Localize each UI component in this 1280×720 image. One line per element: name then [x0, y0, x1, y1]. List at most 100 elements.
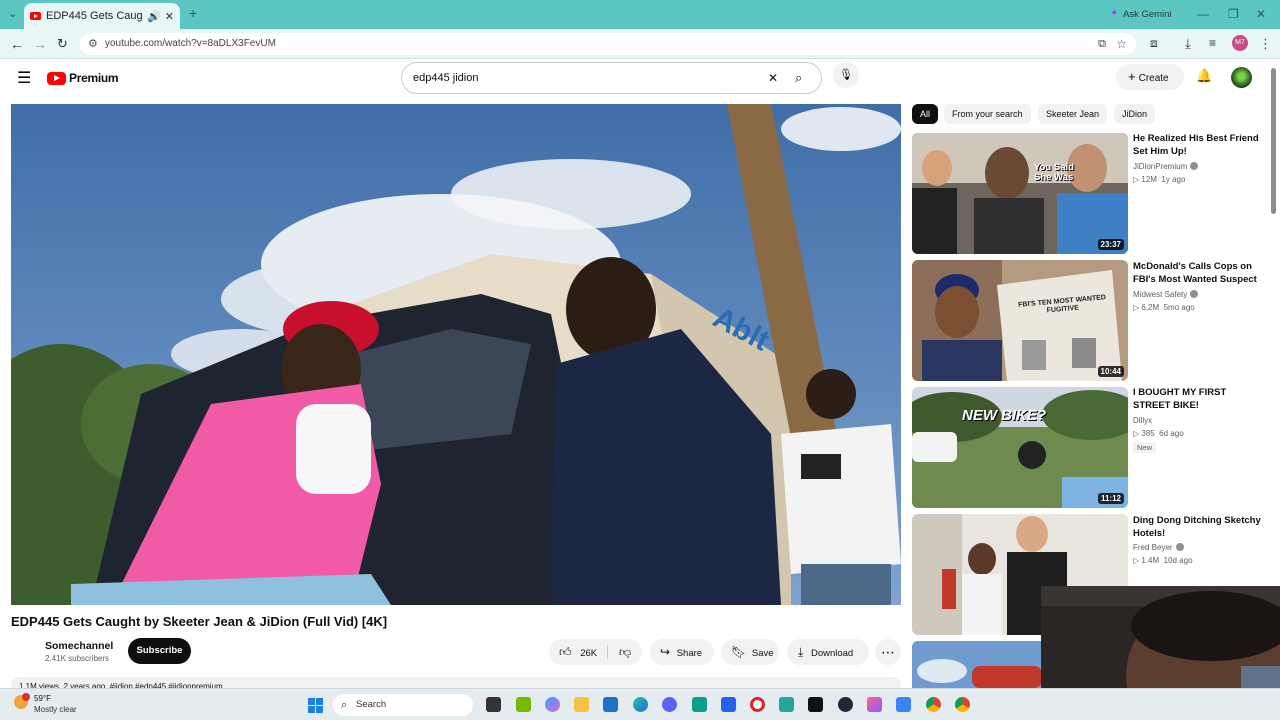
- recommendation-title[interactable]: I BOUGHT MY FIRST STREET BIKE!: [1133, 386, 1263, 412]
- windows-taskbar: 59°F Mostly clear ⌕ Search: [0, 688, 1280, 720]
- gemini-icon[interactable]: ✦: [1110, 8, 1118, 19]
- youtube-logo-label: Premium: [69, 71, 119, 85]
- window-close-icon[interactable]: ✕: [1256, 7, 1266, 21]
- tab-list-chevron-icon[interactable]: ⌄: [8, 7, 17, 20]
- subscriber-count: 2.41K subscribers: [45, 654, 110, 663]
- browser-menu-icon[interactable]: ⋮: [1259, 36, 1272, 52]
- like-count: 26K: [580, 648, 598, 659]
- share-button[interactable]: ↪ Share: [650, 639, 714, 665]
- app-icon[interactable]: [896, 697, 911, 712]
- recommendation-thumbnail[interactable]: NEW BIKE? 11:12: [912, 387, 1128, 508]
- create-label: Create: [1138, 73, 1169, 84]
- recommendation-title[interactable]: Ding Dong Ditching Sketchy Hotels!: [1133, 514, 1263, 540]
- video-frame: Ablt: [11, 104, 901, 605]
- voice-search-icon[interactable]: 🎙: [833, 62, 859, 88]
- copilot-icon[interactable]: [545, 697, 560, 712]
- edge-icon[interactable]: [633, 697, 648, 712]
- nvidia-icon[interactable]: [516, 697, 531, 712]
- profile-avatar[interactable]: M7: [1232, 35, 1248, 51]
- search-input-value: edp445 jidion: [413, 72, 479, 84]
- address-bar[interactable]: ⚙ youtube.com/watch?v=8aDLX3FevUM ⧉ ☆: [80, 33, 1136, 55]
- back-icon[interactable]: ←: [10, 36, 24, 52]
- plus-icon: +: [1128, 69, 1136, 84]
- outlook-icon[interactable]: [603, 697, 618, 712]
- itunes-icon[interactable]: [867, 697, 882, 712]
- dislike-icon[interactable]: 👎︎: [619, 639, 631, 665]
- youtube-logo[interactable]: Premium: [47, 70, 119, 86]
- capcut-icon[interactable]: [808, 697, 823, 712]
- tab-close-icon[interactable]: ✕: [165, 10, 174, 23]
- verified-badge-icon: [1190, 162, 1199, 170]
- recommendation-channel[interactable]: Dillyx: [1133, 414, 1152, 427]
- thumbnail-overlay-text: You Said She Was: [1034, 162, 1074, 183]
- channel-name[interactable]: Somechannel: [45, 640, 113, 652]
- clear-search-icon[interactable]: ✕: [768, 63, 778, 93]
- site-info-icon[interactable]: ⚙: [88, 33, 98, 55]
- page-scrollbar[interactable]: [1271, 68, 1276, 214]
- taskbar-search-input[interactable]: ⌕ Search: [333, 694, 473, 716]
- new-tab-icon[interactable]: +: [189, 5, 197, 21]
- windows-start-icon[interactable]: [308, 698, 323, 713]
- recommendation-thumbnail[interactable]: FBI'S TEN MOST WANTED FUGITIVE 10:44: [912, 260, 1128, 381]
- reload-icon[interactable]: ↻: [57, 36, 68, 52]
- save-button[interactable]: 🔖︎ Save: [721, 639, 779, 665]
- browser-tab-strip: ⌄ EDP445 Gets Caught by Sk 🔊 ✕ + ✦ Ask G…: [0, 0, 1280, 29]
- video-player[interactable]: Ablt: [11, 104, 901, 605]
- hamburger-menu-icon[interactable]: ☰: [17, 68, 31, 88]
- like-button[interactable]: 👍︎ 26K: [559, 639, 597, 667]
- weather-temp[interactable]: 59°F: [34, 694, 51, 703]
- more-actions-icon[interactable]: ⋯: [875, 639, 901, 665]
- recommendation-thumbnail[interactable]: You Said She Was 23:37: [912, 133, 1128, 254]
- recommendation-meta: ▷ 6.2M 5mo ago: [1133, 303, 1195, 312]
- like-dislike-group: 👍︎ 26K 👎︎: [549, 639, 642, 665]
- video-title: EDP445 Gets Caught by Skeeter Jean & JiD…: [11, 614, 388, 629]
- account-avatar[interactable]: [1231, 67, 1252, 88]
- chrome-icon[interactable]: [926, 697, 941, 712]
- maximize-icon[interactable]: ❐: [1228, 7, 1239, 21]
- downloads-icon[interactable]: ⤓: [1185, 36, 1191, 52]
- create-button[interactable]: + Create: [1116, 64, 1184, 90]
- stream-app-icon[interactable]: [692, 697, 707, 712]
- chip-skeeter-jean[interactable]: Skeeter Jean: [1038, 104, 1108, 124]
- thumbnail-image: [912, 133, 1128, 254]
- chip-from-your-search[interactable]: From your search: [944, 104, 1031, 124]
- forward-icon[interactable]: →: [33, 36, 47, 52]
- task-view-icon[interactable]: [486, 697, 501, 712]
- install-app-icon[interactable]: ⧉: [1098, 33, 1106, 55]
- thumbnail-overlay-text: NEW BIKE?: [962, 407, 1047, 424]
- extensions-icon[interactable]: ⧈: [1150, 36, 1158, 51]
- dropbox-icon[interactable]: [721, 697, 736, 712]
- notifications-bell-icon[interactable]: 🔔: [1196, 68, 1212, 84]
- media-controls-icon[interactable]: ≡: [1209, 36, 1216, 50]
- download-icon: ⤓: [798, 645, 804, 659]
- steam-icon[interactable]: [838, 697, 853, 712]
- search-icon[interactable]: ⌕: [795, 63, 802, 93]
- download-button[interactable]: ⤓ Download: [787, 639, 869, 665]
- weather-description[interactable]: Mostly clear: [34, 705, 77, 714]
- recommendation-title[interactable]: He Realized His Best Friend Set Him Up!: [1133, 132, 1263, 158]
- minimize-icon[interactable]: —: [1197, 7, 1209, 21]
- recommendation-channel[interactable]: JiDionPremium: [1133, 160, 1199, 173]
- recommendation-title[interactable]: McDonald's Calls Cops on FBI's Most Want…: [1133, 260, 1263, 286]
- search-input[interactable]: edp445 jidion ✕ ⌕: [401, 62, 822, 94]
- video-duration: 11:12: [1097, 493, 1124, 504]
- file-explorer-icon[interactable]: [574, 697, 589, 712]
- channel-avatar[interactable]: [11, 640, 37, 666]
- video-duration: 10:44: [1097, 366, 1124, 377]
- bookmark-star-icon[interactable]: ☆: [1116, 33, 1127, 55]
- ask-gemini-button[interactable]: Ask Gemini: [1123, 9, 1172, 20]
- subscribe-button[interactable]: Subscribe: [128, 638, 191, 664]
- verified-badge-icon: [1190, 290, 1199, 298]
- chrome-active-icon[interactable]: [955, 697, 970, 712]
- recommendation-channel[interactable]: Fred Beyer: [1133, 541, 1184, 554]
- discord-icon[interactable]: [662, 697, 677, 712]
- audio-playing-icon[interactable]: 🔊: [147, 10, 161, 23]
- browser-tab-active[interactable]: EDP445 Gets Caught by Sk 🔊 ✕: [24, 3, 180, 29]
- browser-toolbar: ← → ↻ ⚙ youtube.com/watch?v=8aDLX3FevUM …: [0, 29, 1280, 59]
- fl-studio-icon[interactable]: [779, 697, 794, 712]
- chip-jidion[interactable]: JiDion: [1114, 104, 1156, 124]
- bookmark-icon: 🔖︎: [731, 645, 747, 659]
- opera-icon[interactable]: [750, 697, 765, 712]
- recommendation-channel[interactable]: Midwest Safety: [1133, 288, 1199, 301]
- chip-all[interactable]: All: [912, 104, 939, 124]
